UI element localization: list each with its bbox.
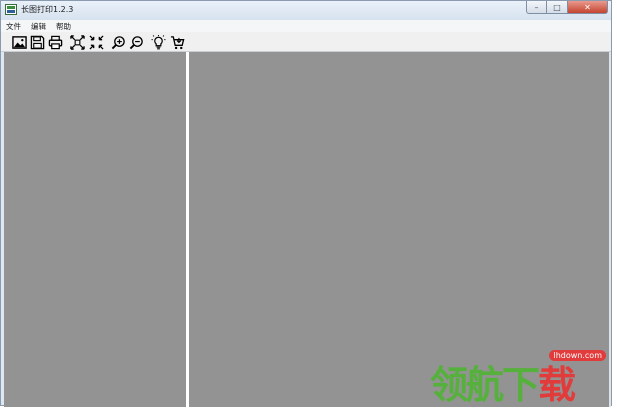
- tips-button[interactable]: [150, 34, 166, 50]
- lightbulb-icon: [150, 34, 166, 49]
- minimize-button[interactable]: –: [526, 1, 547, 14]
- save-button[interactable]: [29, 34, 45, 50]
- cart-icon: [170, 35, 184, 49]
- fit-page-icon: [88, 34, 104, 50]
- close-button[interactable]: ✕: [568, 1, 608, 14]
- maximize-button[interactable]: □: [547, 1, 568, 14]
- zoom-in-button[interactable]: [110, 34, 126, 50]
- toolbar: [1, 32, 611, 52]
- minimize-icon: –: [534, 2, 539, 12]
- window-controls: – □ ✕: [526, 1, 608, 14]
- menu-help[interactable]: 帮助: [51, 21, 76, 32]
- open-image-icon: [11, 35, 27, 49]
- close-icon: ✕: [584, 2, 591, 12]
- zoom-in-icon: [111, 35, 125, 49]
- fit-page-button[interactable]: [88, 34, 104, 50]
- preview-pane[interactable]: [189, 52, 609, 407]
- print-icon: [48, 35, 62, 49]
- fit-width-icon: [69, 34, 85, 50]
- fit-width-button[interactable]: [69, 34, 85, 50]
- zoom-out-icon: [129, 35, 143, 49]
- menu-bar: 文件 编辑 帮助: [1, 20, 611, 32]
- cart-button[interactable]: [169, 34, 185, 50]
- maximize-icon: □: [553, 2, 561, 12]
- app-icon: [5, 4, 17, 15]
- app-window: 长图打印1.2.3 – □ ✕ 文件 编辑 帮助: [0, 0, 612, 407]
- window-title: 长图打印1.2.3: [21, 5, 74, 14]
- title-bar[interactable]: 长图打印1.2.3 – □ ✕: [1, 1, 611, 20]
- open-image-button[interactable]: [11, 34, 27, 50]
- pane-edge: [609, 52, 611, 407]
- thumbnail-pane[interactable]: [4, 52, 186, 407]
- menu-file[interactable]: 文件: [1, 21, 26, 32]
- menu-edit[interactable]: 编辑: [26, 21, 51, 32]
- zoom-out-button[interactable]: [128, 34, 144, 50]
- save-icon: [30, 35, 44, 49]
- print-button[interactable]: [47, 34, 63, 50]
